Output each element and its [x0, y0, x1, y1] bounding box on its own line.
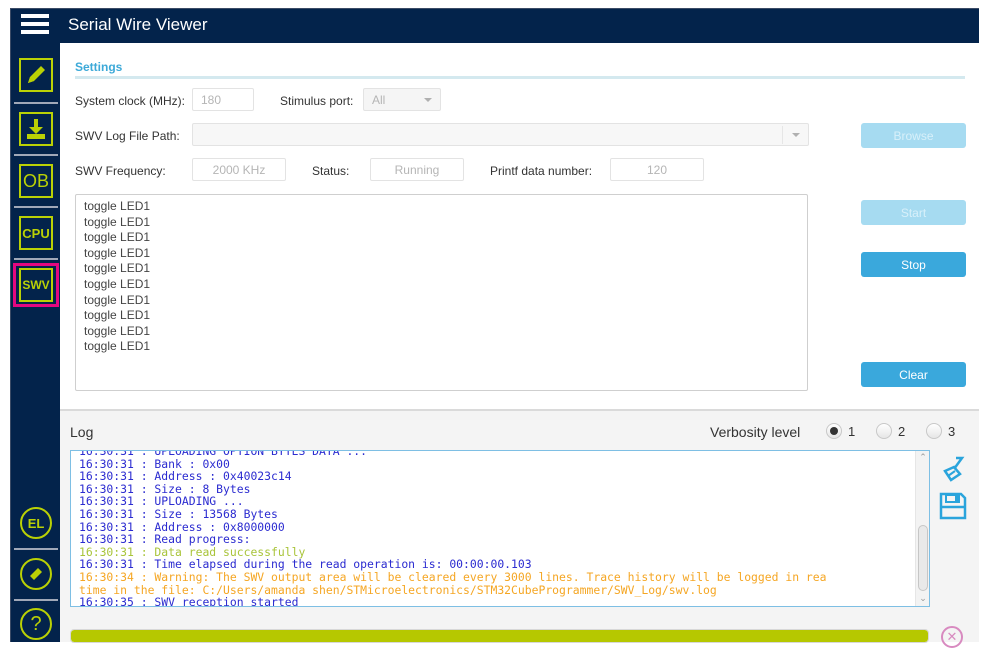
stimulus-port-value: All — [372, 92, 386, 107]
output-line: toggle LED1 — [84, 276, 151, 291]
swv-frequency-value: 2000 KHz — [212, 162, 266, 177]
hamburger-menu-icon[interactable] — [21, 14, 49, 38]
sidebar-divider — [14, 102, 58, 104]
sidebar-divider — [14, 258, 58, 260]
verbosity-radio-3[interactable]: 3 — [926, 423, 955, 439]
pencil-icon — [19, 58, 53, 92]
output-line: toggle LED1 — [84, 339, 151, 354]
status-field: Running — [370, 158, 464, 181]
sidebar-item-security[interactable] — [16, 554, 56, 594]
radio-icon — [876, 423, 892, 439]
verbosity-label: Verbosity level — [710, 424, 801, 440]
cpu-icon: CPU — [19, 216, 53, 250]
sidebar-item-el[interactable]: EL — [16, 503, 56, 543]
clear-button[interactable]: Clear — [861, 362, 966, 387]
clear-log-broom-icon[interactable] — [938, 455, 968, 485]
swv-frequency-input[interactable]: 2000 KHz — [192, 158, 286, 181]
log-file-path-label: SWV Log File Path: — [75, 129, 180, 143]
sidebar-item-download[interactable] — [16, 109, 56, 149]
verbosity-radio-2[interactable]: 2 — [876, 423, 905, 439]
output-line: toggle LED1 — [84, 292, 151, 307]
page-title: Serial Wire Viewer — [68, 15, 208, 34]
swv-output-area[interactable]: toggle LED1 toggle LED1 toggle LED1 togg… — [75, 194, 808, 391]
start-button[interactable]: Start — [861, 200, 966, 225]
verbosity-radio-1[interactable]: 1 — [826, 423, 855, 439]
swv-frequency-label: SWV Frequency: — [75, 164, 166, 178]
log-heading: Log — [70, 424, 94, 440]
key-icon — [20, 558, 52, 590]
status-label: Status: — [312, 164, 350, 178]
radio-icon — [926, 423, 942, 439]
sidebar-divider — [14, 599, 58, 601]
log-line: 16:30:31 : Address : 0x40023c14 — [79, 469, 292, 484]
browse-button[interactable]: Browse — [861, 123, 966, 148]
save-log-icon[interactable] — [938, 491, 968, 521]
title-bar: Serial Wire Viewer — [11, 9, 979, 43]
log-line: 16:30:34 : Warning: The SWV output area … — [79, 569, 827, 584]
radio-selected-icon — [826, 423, 842, 439]
stimulus-port-select[interactable]: All — [363, 88, 441, 111]
scroll-up-icon[interactable]: ⌃ — [918, 453, 928, 463]
system-clock-input[interactable]: 180 — [192, 88, 254, 111]
scroll-thumb[interactable] — [918, 525, 928, 591]
system-clock-value: 180 — [201, 92, 222, 107]
sidebar-divider — [14, 206, 58, 208]
sidebar-item-swv[interactable]: SWV — [13, 263, 59, 307]
settings-heading: Settings — [75, 60, 123, 74]
log-scrollbar[interactable]: ⌃ ⌄ — [915, 451, 929, 606]
log-panel: Log Verbosity level 1 2 3 16:30:31 : UPL… — [60, 409, 979, 648]
chevron-down-icon — [424, 98, 432, 102]
progress-bar — [70, 629, 929, 643]
radio-label: 3 — [948, 423, 956, 439]
sidebar-item-cpu[interactable]: CPU — [16, 213, 56, 253]
swv-icon: SWV — [19, 268, 53, 302]
printf-data-number-input[interactable]: 120 — [610, 158, 704, 181]
sidebar-item-edit[interactable] — [16, 55, 56, 95]
scroll-down-icon[interactable]: ⌄ — [918, 594, 928, 604]
settings-divider — [75, 76, 965, 79]
log-file-path-select[interactable] — [192, 123, 809, 146]
main-content: Settings System clock (MHz): 180 Stimulu… — [60, 43, 979, 648]
log-lines: 16:30:31 : UPLOADING OPTION BYTES DATA .… — [79, 451, 827, 607]
output-line: toggle LED1 — [84, 214, 151, 229]
sidebar-divider — [14, 548, 58, 550]
sidebar-item-option-bytes[interactable]: OB — [16, 161, 56, 201]
progress-fill — [71, 630, 928, 642]
log-line: 16:30:35 : SWV reception started — [79, 595, 299, 607]
el-chip-icon: EL — [20, 507, 52, 539]
log-line: 16:30:31 : Size : 13568 Bytes — [79, 506, 278, 521]
radio-label: 1 — [848, 423, 856, 439]
dropdown-divider — [782, 126, 783, 144]
log-line: 16:30:31 : Read progress: — [79, 532, 251, 547]
sidebar: OB CPU SWV EL ? — [11, 43, 60, 642]
sidebar-divider — [14, 154, 58, 156]
status-value: Running — [394, 162, 440, 177]
app-window: Serial Wire Viewer OB CPU SWV EL ? Setti… — [10, 8, 979, 648]
output-line: toggle LED1 — [84, 230, 151, 245]
radio-label: 2 — [898, 423, 906, 439]
system-clock-label: System clock (MHz): — [75, 94, 186, 108]
ob-icon: OB — [19, 164, 53, 198]
cancel-icon[interactable]: ✕ — [941, 626, 963, 648]
output-line: toggle LED1 — [84, 323, 151, 338]
help-icon: ? — [20, 608, 52, 640]
stimulus-port-label: Stimulus port: — [280, 94, 354, 108]
printf-data-number-label: Printf data number: — [490, 164, 593, 178]
sidebar-item-help[interactable]: ? — [16, 604, 56, 644]
output-line: toggle LED1 — [84, 245, 151, 260]
printf-data-number-value: 120 — [646, 162, 668, 177]
output-line: toggle LED1 — [84, 199, 151, 213]
stop-button[interactable]: Stop — [861, 252, 966, 277]
chevron-down-icon — [792, 133, 800, 137]
download-icon — [19, 112, 53, 146]
output-line: toggle LED1 — [84, 308, 151, 323]
output-line: toggle LED1 — [84, 261, 151, 276]
log-output[interactable]: 16:30:31 : UPLOADING OPTION BYTES DATA .… — [70, 450, 930, 607]
